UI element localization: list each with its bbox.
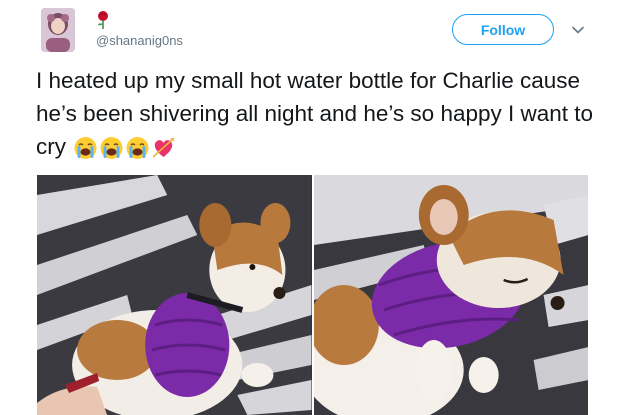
tweet-header: @shananig0ns Follow [38,6,598,62]
loudly-crying-face-icon [74,137,97,159]
tweet-text: I heated up my small hot water bottle fo… [36,64,611,163]
photo-dog-sleeping-on-bottle[interactable] [313,175,588,415]
loudly-crying-face-icon [100,137,123,159]
photo-grid [37,175,588,415]
chevron-down-icon[interactable] [570,22,586,38]
rose-icon [96,10,110,30]
loudly-crying-face-icon [126,137,149,159]
avatar-portrait-icon [41,8,75,52]
heart-with-arrow-icon [152,137,175,158]
avatar[interactable] [41,8,75,52]
photo-dog-hugging-bottle[interactable] [37,175,312,415]
follow-button[interactable]: Follow [452,14,554,45]
user-handle[interactable]: @shananig0ns [96,33,183,48]
